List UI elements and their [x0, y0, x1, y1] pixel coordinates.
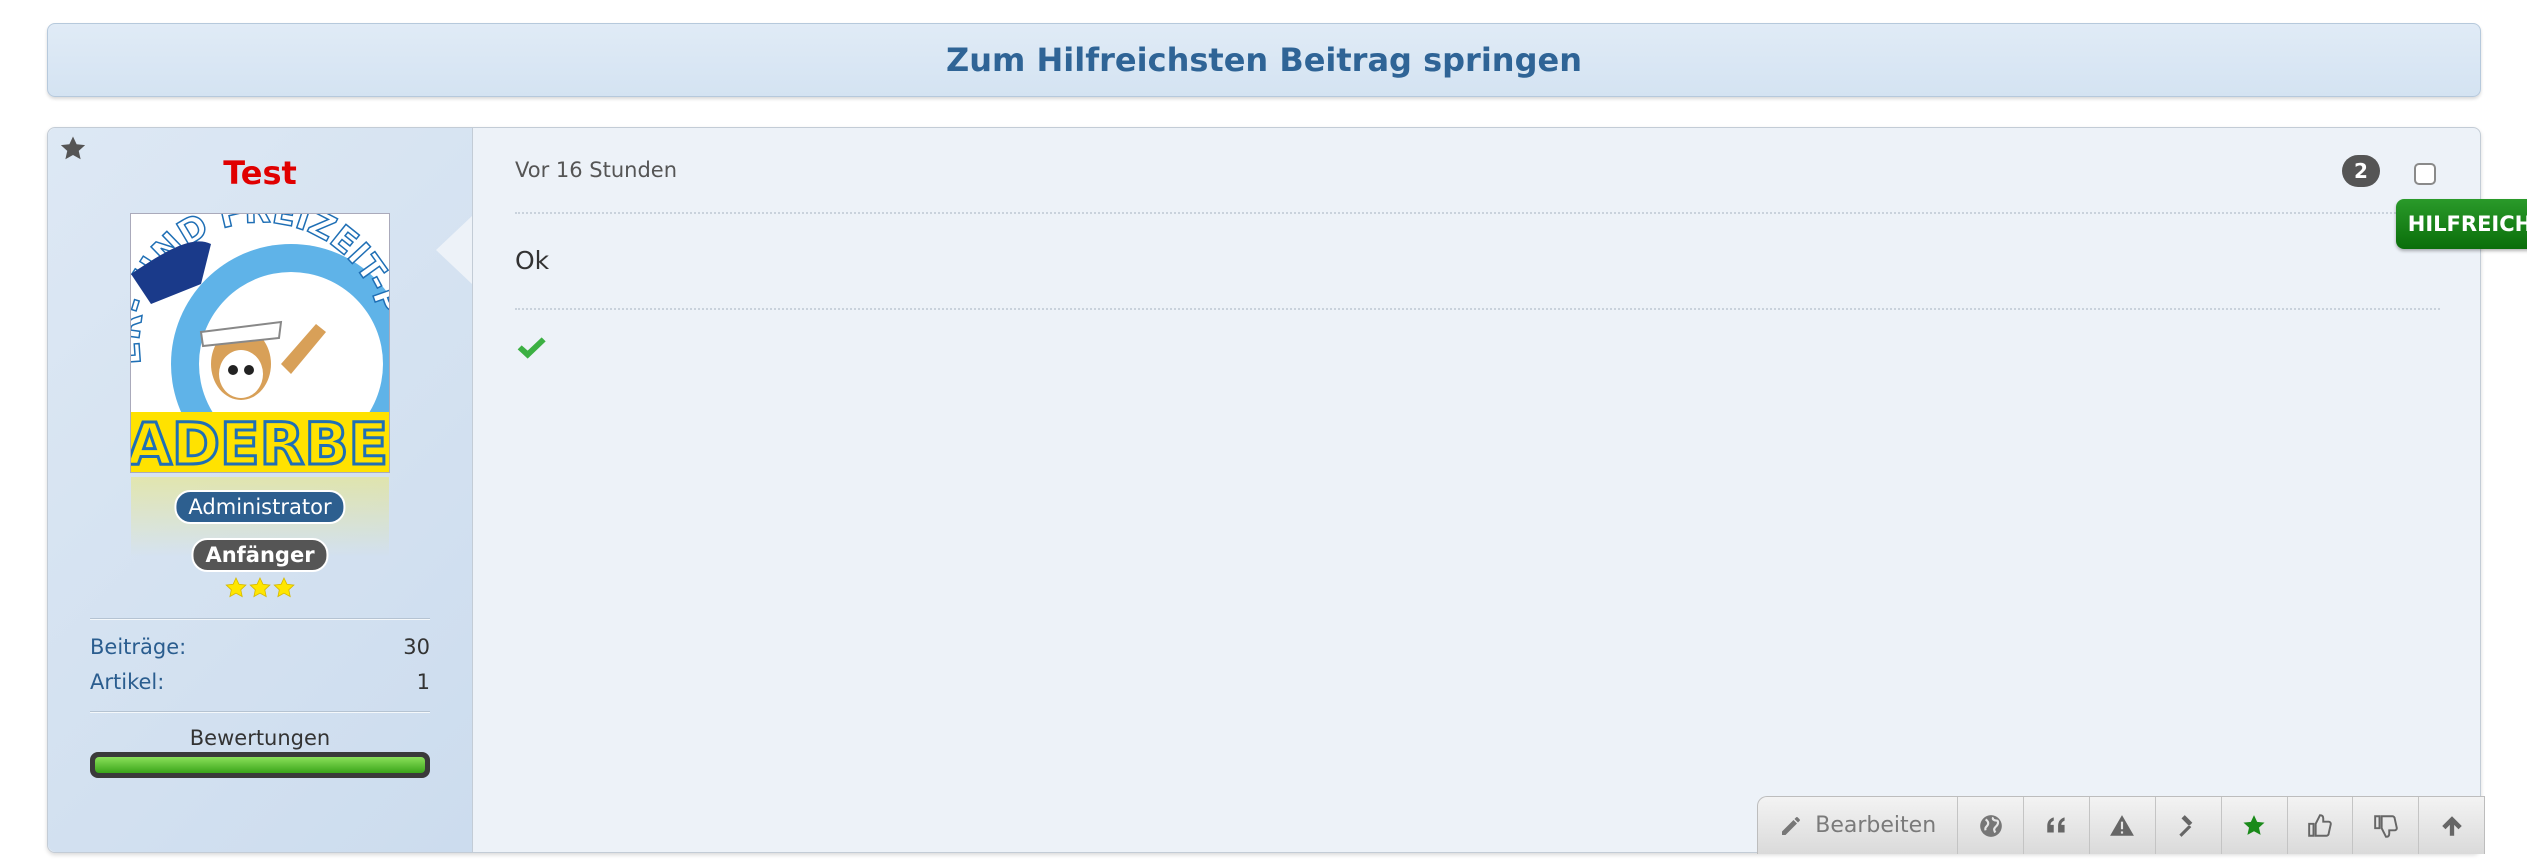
forum-post: Test ER- UND FREIZEIT-PARK — [47, 127, 2527, 854]
thumbs-up-icon — [2308, 813, 2332, 837]
edit-button-label: Bearbeiten — [1815, 813, 1937, 838]
author-sidebar: Test ER- UND FREIZEIT-PARK — [48, 128, 473, 852]
rank-star-icon — [249, 577, 271, 598]
ratings-label: Bewertungen — [189, 726, 331, 750]
ratings-bar[interactable] — [90, 752, 430, 778]
author-avatar[interactable]: ER- UND FREIZEIT-PARK ADERBER — [130, 213, 390, 473]
quote-icon — [2046, 816, 2065, 832]
globe-icon — [1980, 814, 2002, 837]
edit-button[interactable]: Bearbeiten — [1758, 797, 1957, 854]
report-button[interactable] — [2089, 797, 2155, 854]
jump-to-helpful-post-label: Zum Hilfreichsten Beitrag springen — [946, 41, 1582, 79]
rank-star-icon — [225, 577, 247, 598]
scroll-top-button[interactable] — [2418, 797, 2484, 854]
avatar-park-logo-image: ER- UND FREIZEIT-PARK ADERBER — [131, 214, 389, 472]
user-rank-badge: Anfänger — [191, 538, 329, 572]
articles-count-label[interactable]: Artikel: — [90, 670, 164, 694]
avatar-brand-text: ADERBER — [131, 410, 389, 472]
mark-helpful-button[interactable] — [2220, 797, 2287, 854]
star-icon — [2243, 814, 2265, 835]
post-timestamp[interactable]: Vor 16 Stunden — [515, 158, 677, 182]
post-action-toolbar: Bearbeiten — [1757, 796, 2485, 854]
posts-count-label[interactable]: Beiträge: — [90, 635, 186, 659]
rank-star-icon — [273, 577, 295, 598]
moderate-button[interactable] — [2154, 797, 2221, 854]
ratings-bar-fill — [95, 757, 425, 773]
share-button[interactable] — [1957, 797, 2023, 854]
dislike-button[interactable] — [2352, 797, 2418, 854]
post-body-divider — [515, 308, 2440, 310]
accepted-check-icon — [517, 337, 546, 359]
helpful-count-badge: 2 — [2342, 155, 2380, 187]
post-header-divider — [515, 212, 2440, 214]
post-content: Vor 16 Stunden Ok 2 — [472, 128, 2480, 852]
jump-to-helpful-post-bar[interactable]: Zum Hilfreichsten Beitrag springen — [47, 23, 2481, 97]
author-username[interactable]: Test — [48, 154, 472, 192]
user-group-badge[interactable]: Administrator — [174, 490, 346, 524]
articles-count-value: 1 — [416, 670, 430, 694]
warning-icon — [2110, 814, 2135, 836]
gavel-icon — [2179, 814, 2193, 837]
posts-count-value: 30 — [403, 635, 430, 659]
post-select-checkbox[interactable] — [2414, 163, 2436, 185]
arrow-up-icon — [2441, 815, 2462, 836]
thumbs-down-icon — [2373, 814, 2398, 838]
quote-button[interactable] — [2023, 797, 2089, 854]
sidebar-divider — [90, 618, 430, 620]
post-message: Ok — [515, 246, 550, 275]
like-button[interactable] — [2286, 797, 2353, 854]
helpful-flag-label: HILFREICH — [2407, 212, 2527, 236]
rank-stars — [48, 577, 472, 599]
sidebar-pointer-arrow — [436, 216, 472, 284]
sidebar-divider — [90, 711, 430, 713]
helpful-flag: HILFREICH — [2396, 199, 2527, 249]
pencil-icon — [1782, 816, 1801, 835]
